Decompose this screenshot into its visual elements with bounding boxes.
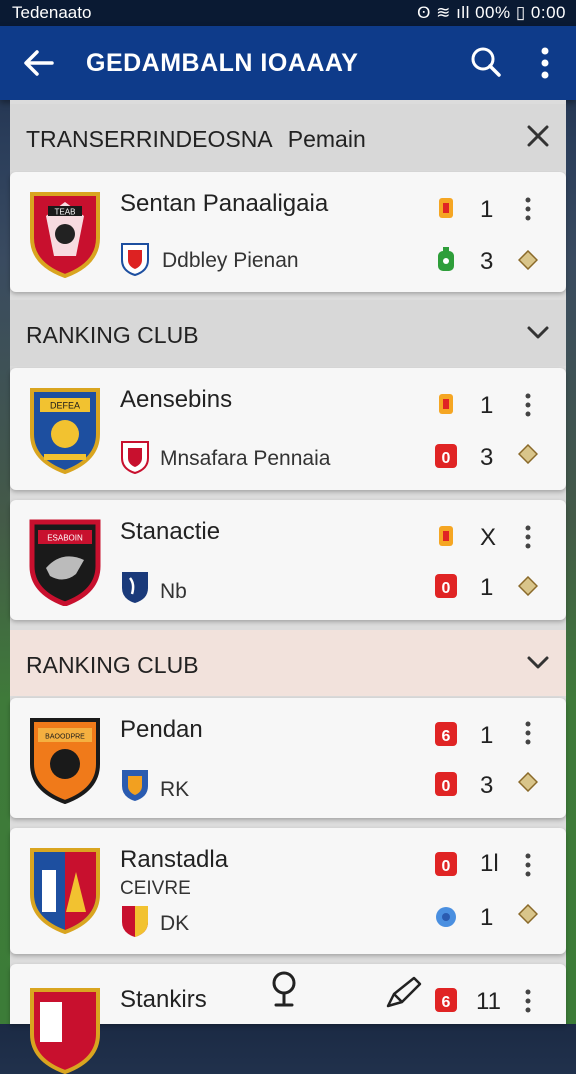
club-crest: ESABOIN — [29, 519, 101, 606]
diamond-icon[interactable] — [518, 904, 538, 924]
section-title-suffix: Pemain — [287, 126, 366, 152]
crest-text: BAOODPRE — [45, 734, 85, 741]
more-vert-icon[interactable] — [522, 196, 534, 222]
club-crest — [30, 988, 100, 1074]
status-bar: Tedenaato ʘ ≋ ıll 00% ▯ 0:00 — [0, 0, 576, 26]
status-left-text: Tedenaato — [12, 3, 92, 22]
crest-text: TEAB — [55, 208, 76, 217]
club-subtitle-secondary: CEIVRE — [120, 878, 191, 899]
yellow-card-icon — [439, 198, 453, 218]
club-crest: TEAB — [30, 192, 100, 278]
mini-crest — [121, 243, 149, 276]
more-vert-icon[interactable] — [522, 988, 534, 1014]
app-bar: GEDAMBALN IOAAAY — [0, 26, 576, 100]
search-icon[interactable] — [470, 46, 502, 78]
crest-text: DEFEA — [50, 401, 80, 411]
badge-text: 6 — [442, 994, 451, 1011]
club-card[interactable]: ESABOIN Stanactie Nb X 0 1 — [10, 500, 566, 620]
section-header-transfer: TRANSERRINDEOSNA Pemain — [10, 104, 566, 170]
stat-value: 1 — [480, 196, 494, 223]
more-vert-icon[interactable] — [522, 524, 534, 550]
section-header-ranking[interactable]: RANKING CLUB — [10, 630, 566, 696]
mini-crest — [121, 441, 149, 474]
red-badge-icon: 6 — [435, 988, 457, 1012]
club-name: Pendan — [120, 716, 203, 743]
badge-text: 0 — [442, 580, 451, 597]
stat-value: 1 — [480, 722, 494, 749]
club-name: Ranstadla — [120, 846, 229, 873]
red-badge-icon: 0 — [435, 444, 457, 468]
club-crest: DEFEA — [30, 388, 100, 474]
stat-value: 1 — [480, 392, 494, 419]
back-arrow-icon[interactable] — [22, 46, 56, 80]
club-name: Sentan Panaaligaia — [120, 190, 329, 217]
chevron-down-icon[interactable] — [526, 320, 550, 344]
close-icon[interactable] — [526, 124, 550, 148]
diamond-icon[interactable] — [518, 576, 538, 596]
stat-value: 1 — [480, 574, 494, 601]
more-vert-icon[interactable] — [522, 392, 534, 418]
more-vert-icon[interactable] — [522, 852, 534, 878]
red-badge-icon: 0 — [435, 772, 457, 796]
pencil-icon[interactable] — [384, 974, 424, 1010]
yellow-card-icon — [439, 526, 453, 546]
location-pin-icon[interactable] — [268, 970, 300, 1010]
club-name: Stanactie — [120, 518, 221, 545]
diamond-icon[interactable] — [518, 250, 538, 270]
mini-crest — [122, 770, 148, 801]
red-badge-icon: 0 — [435, 574, 457, 598]
badge-text: 6 — [442, 728, 451, 745]
club-card[interactable]: Ranstadla CEIVRE DK 0 1l 1 — [10, 828, 566, 954]
club-subtitle: DK — [160, 912, 190, 935]
club-crest — [30, 848, 100, 934]
red-badge-icon: 0 — [435, 852, 457, 876]
blue-ball-icon — [436, 907, 456, 927]
badge-text: 0 — [442, 858, 451, 875]
diamond-icon[interactable] — [518, 444, 538, 464]
page-title: GEDAMBALN IOAAAY — [86, 49, 359, 77]
yellow-card-icon — [439, 394, 453, 414]
stat-value: 3 — [480, 772, 494, 799]
club-subtitle: Ddbley Pienan — [162, 249, 299, 272]
club-subtitle: RK — [160, 778, 190, 801]
more-vert-icon[interactable] — [532, 44, 558, 82]
green-card-icon — [438, 247, 454, 271]
club-name: Stankirs — [120, 986, 207, 1013]
stat-value: 1l — [480, 850, 499, 877]
club-crest: BAOODPRE — [30, 718, 100, 804]
mini-crest — [122, 572, 148, 603]
club-card[interactable]: BAOODPRE Pendan RK 6 1 0 3 — [10, 698, 566, 818]
section-title: TRANSERRINDEOSNA — [26, 126, 272, 152]
badge-text: 0 — [442, 450, 451, 467]
status-right-text: ʘ ≋ ıll 00% ▯ 0:00 — [417, 3, 566, 22]
section-header-ranking[interactable]: RANKING CLUB — [10, 300, 566, 366]
stat-value: 3 — [480, 444, 494, 471]
stat-value: 1 — [480, 904, 494, 931]
club-card[interactable]: TEAB Sentan Panaaligaia Ddbley Pienan 1 … — [10, 172, 566, 292]
crest-text: ESABOIN — [47, 534, 83, 543]
section-title: RANKING CLUB — [26, 322, 199, 348]
club-subtitle: Mnsafara Pennaia — [160, 447, 331, 470]
section-title: RANKING CLUB — [26, 652, 199, 678]
stat-value: X — [480, 524, 497, 551]
club-name: Aensebins — [120, 386, 233, 413]
badge-text: 0 — [442, 778, 451, 795]
chevron-down-icon[interactable] — [526, 650, 550, 674]
mini-crest — [122, 906, 148, 937]
stat-value: 11 — [476, 988, 501, 1015]
club-subtitle: Nb — [160, 580, 187, 603]
diamond-icon[interactable] — [518, 772, 538, 792]
stat-value: 3 — [480, 248, 494, 275]
more-vert-icon[interactable] — [522, 720, 534, 746]
red-badge-icon: 6 — [435, 722, 457, 746]
club-card[interactable]: DEFEA Aensebins Mnsafara Pennaia 1 0 3 — [10, 368, 566, 490]
